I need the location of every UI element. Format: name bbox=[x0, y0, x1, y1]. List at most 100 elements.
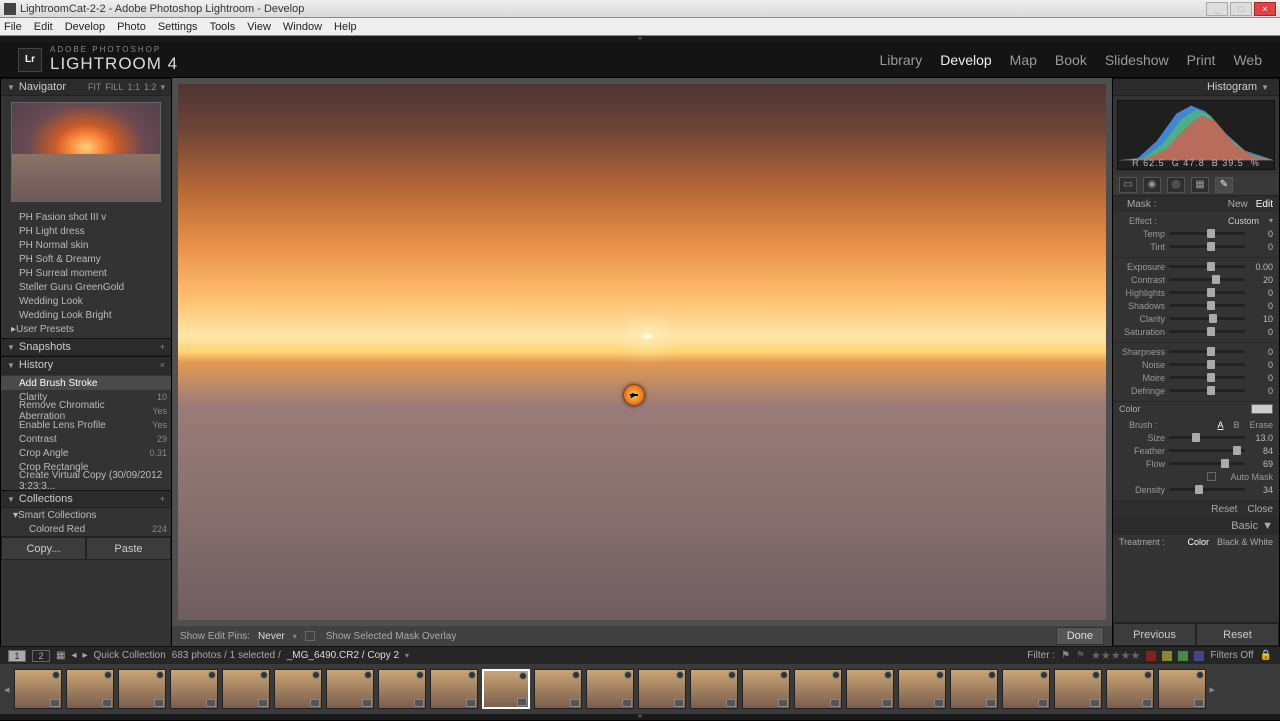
preset-item[interactable]: Steller Guru GreenGold bbox=[1, 280, 171, 294]
pins-dropdown-icon[interactable]: ▾ bbox=[293, 632, 297, 641]
slider-feather[interactable]: Feather84 bbox=[1113, 444, 1279, 457]
thumb-badge-icon[interactable] bbox=[206, 699, 216, 707]
color-swatch[interactable] bbox=[1251, 404, 1273, 414]
filmstrip-thumb[interactable] bbox=[170, 669, 218, 709]
preset-item[interactable]: PH Surreal moment bbox=[1, 266, 171, 280]
thumb-flag-icon[interactable] bbox=[208, 671, 216, 679]
slider-exposure[interactable]: Exposure0.00 bbox=[1113, 260, 1279, 273]
thumb-flag-icon[interactable] bbox=[1092, 671, 1100, 679]
source-label[interactable]: Quick Collection bbox=[94, 650, 166, 661]
slider-thumb[interactable] bbox=[1195, 485, 1203, 494]
color-filter-green[interactable] bbox=[1178, 651, 1188, 661]
previous-button[interactable]: Previous bbox=[1113, 623, 1196, 646]
slider-thumb[interactable] bbox=[1207, 262, 1215, 271]
module-print[interactable]: Print bbox=[1187, 52, 1216, 68]
add-snapshot-icon[interactable]: + bbox=[160, 342, 165, 352]
preset-item[interactable]: PH Soft & Dreamy bbox=[1, 252, 171, 266]
module-book[interactable]: Book bbox=[1055, 52, 1087, 68]
thumb-badge-icon[interactable] bbox=[674, 699, 684, 707]
thumb-flag-icon[interactable] bbox=[156, 671, 164, 679]
reset-button[interactable]: Reset bbox=[1196, 623, 1279, 646]
thumb-badge-icon[interactable] bbox=[778, 699, 788, 707]
nav-mode-1to1[interactable]: 1:1 bbox=[127, 82, 140, 92]
thumb-flag-icon[interactable] bbox=[364, 671, 372, 679]
slider-track[interactable] bbox=[1169, 376, 1245, 379]
treatment-bw[interactable]: Black & White bbox=[1217, 537, 1273, 547]
filmstrip-thumb[interactable] bbox=[274, 669, 322, 709]
filmstrip-scroll-left-icon[interactable]: ◂ bbox=[4, 683, 10, 696]
slider-track[interactable] bbox=[1169, 291, 1245, 294]
slider-temp[interactable]: Temp0 bbox=[1113, 227, 1279, 240]
effect-value[interactable]: Custom bbox=[1228, 216, 1259, 226]
show-edit-pins-value[interactable]: Never bbox=[258, 631, 285, 642]
thumb-badge-icon[interactable] bbox=[986, 699, 996, 707]
menu-view[interactable]: View bbox=[247, 21, 271, 33]
slider-defringe[interactable]: Defringe0 bbox=[1113, 384, 1279, 397]
thumb-flag-icon[interactable] bbox=[104, 671, 112, 679]
module-web[interactable]: Web bbox=[1233, 52, 1262, 68]
minimize-button[interactable]: _ bbox=[1206, 2, 1228, 16]
nav-mode-zoom[interactable]: 1:2 bbox=[144, 82, 157, 92]
slider-highlights[interactable]: Highlights0 bbox=[1113, 286, 1279, 299]
slider-size[interactable]: Size13.0 bbox=[1113, 431, 1279, 444]
thumb-flag-icon[interactable] bbox=[1196, 671, 1204, 679]
module-map[interactable]: Map bbox=[1010, 52, 1037, 68]
auto-mask-checkbox[interactable] bbox=[1207, 472, 1216, 481]
thumb-flag-icon[interactable] bbox=[260, 671, 268, 679]
nav-zoom-menu-icon[interactable]: ▾ bbox=[160, 82, 165, 93]
thumb-badge-icon[interactable] bbox=[362, 699, 372, 707]
thumb-badge-icon[interactable] bbox=[934, 699, 944, 707]
thumb-badge-icon[interactable] bbox=[1090, 699, 1100, 707]
thumb-badge-icon[interactable] bbox=[882, 699, 892, 707]
prev-photo-icon[interactable]: ◂ bbox=[71, 650, 76, 661]
effect-dropdown-icon[interactable]: ▾ bbox=[1269, 216, 1273, 225]
brush-edit-pin[interactable] bbox=[623, 384, 645, 406]
thumb-badge-icon[interactable] bbox=[154, 699, 164, 707]
preset-item[interactable]: PH Normal skin bbox=[1, 238, 171, 252]
thumb-badge-icon[interactable] bbox=[310, 699, 320, 707]
slider-track[interactable] bbox=[1169, 462, 1245, 465]
slider-flow[interactable]: Flow69 bbox=[1113, 457, 1279, 470]
spot-tool-icon[interactable]: ◉ bbox=[1143, 177, 1161, 193]
filmstrip-thumb[interactable] bbox=[534, 669, 582, 709]
slider-track[interactable] bbox=[1169, 330, 1245, 333]
histogram-header[interactable]: Histogram ▼ bbox=[1113, 78, 1279, 96]
thumb-flag-icon[interactable] bbox=[884, 671, 892, 679]
collection-item[interactable]: Colored Red224 bbox=[1, 522, 171, 536]
thumb-flag-icon[interactable] bbox=[468, 671, 476, 679]
navigator-header[interactable]: ▼ Navigator FIT FILL 1:1 1:2 ▾ bbox=[1, 78, 171, 96]
main-window-toggle[interactable]: 1 bbox=[8, 650, 26, 662]
add-collection-icon[interactable]: + bbox=[160, 494, 165, 504]
show-mask-checkbox[interactable] bbox=[305, 631, 315, 641]
thumb-flag-icon[interactable] bbox=[988, 671, 996, 679]
brush-reset-button[interactable]: Reset bbox=[1211, 504, 1237, 515]
slider-sharpness[interactable]: Sharpness0 bbox=[1113, 345, 1279, 358]
slider-density[interactable]: Density34 bbox=[1113, 483, 1279, 496]
redeye-tool-icon[interactable]: ◎ bbox=[1167, 177, 1185, 193]
slider-thumb[interactable] bbox=[1207, 229, 1215, 238]
thumb-flag-icon[interactable] bbox=[312, 671, 320, 679]
slider-track[interactable] bbox=[1169, 363, 1245, 366]
user-presets-folder[interactable]: ▸ User Presets bbox=[1, 322, 171, 336]
maximize-button[interactable]: □ bbox=[1230, 2, 1252, 16]
module-slideshow[interactable]: Slideshow bbox=[1105, 52, 1169, 68]
slider-thumb[interactable] bbox=[1207, 386, 1215, 395]
paste-button[interactable]: Paste bbox=[86, 537, 171, 560]
filmstrip[interactable]: ◂ ▸ bbox=[0, 664, 1280, 714]
menu-edit[interactable]: Edit bbox=[34, 21, 53, 33]
preset-item[interactable]: Wedding Look bbox=[1, 294, 171, 308]
color-filter-yellow[interactable] bbox=[1162, 651, 1172, 661]
menu-photo[interactable]: Photo bbox=[117, 21, 146, 33]
treatment-color[interactable]: Color bbox=[1187, 537, 1209, 547]
thumb-badge-icon[interactable] bbox=[622, 699, 632, 707]
slider-thumb[interactable] bbox=[1192, 433, 1200, 442]
filmstrip-thumb[interactable] bbox=[638, 669, 686, 709]
menu-file[interactable]: File bbox=[4, 21, 22, 33]
slider-thumb[interactable] bbox=[1207, 288, 1215, 297]
module-develop[interactable]: Develop bbox=[940, 52, 991, 68]
slider-track[interactable] bbox=[1169, 232, 1245, 235]
filters-off[interactable]: Filters Off bbox=[1210, 650, 1253, 661]
slider-thumb[interactable] bbox=[1207, 360, 1215, 369]
slider-saturation[interactable]: Saturation0 bbox=[1113, 325, 1279, 338]
module-library[interactable]: Library bbox=[880, 52, 923, 68]
